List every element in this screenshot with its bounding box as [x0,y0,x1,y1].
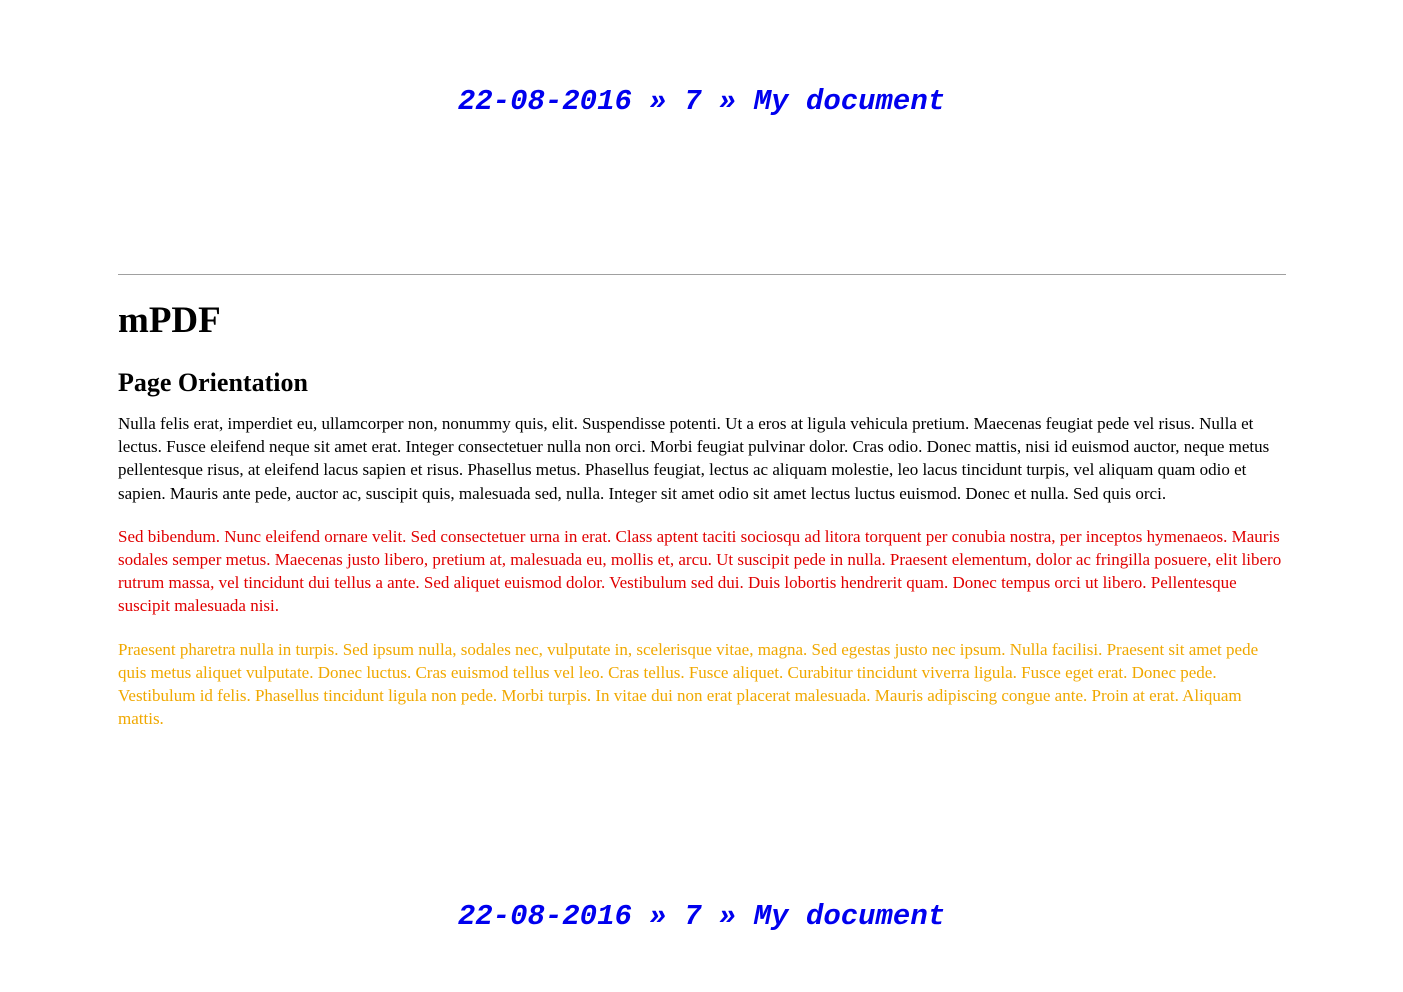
section-heading: Page Orientation [118,368,308,397]
running-header: 22-08-2016 » 7 » My document [457,85,946,118]
document-title: mPDF [118,300,221,341]
paragraph-black: Nulla felis erat, imperdiet eu, ullamcor… [118,414,1270,503]
paragraph-red: Sed bibendum. Nunc eleifend ornare velit… [118,526,1282,616]
document-body: mPDF Page Orientation Nulla felis erat, … [118,296,1286,730]
paragraph-orange: Praesent pharetra nulla in turpis. Sed i… [118,639,1259,729]
running-footer: 22-08-2016 » 7 » My document [457,900,946,933]
header-divider [118,274,1286,275]
